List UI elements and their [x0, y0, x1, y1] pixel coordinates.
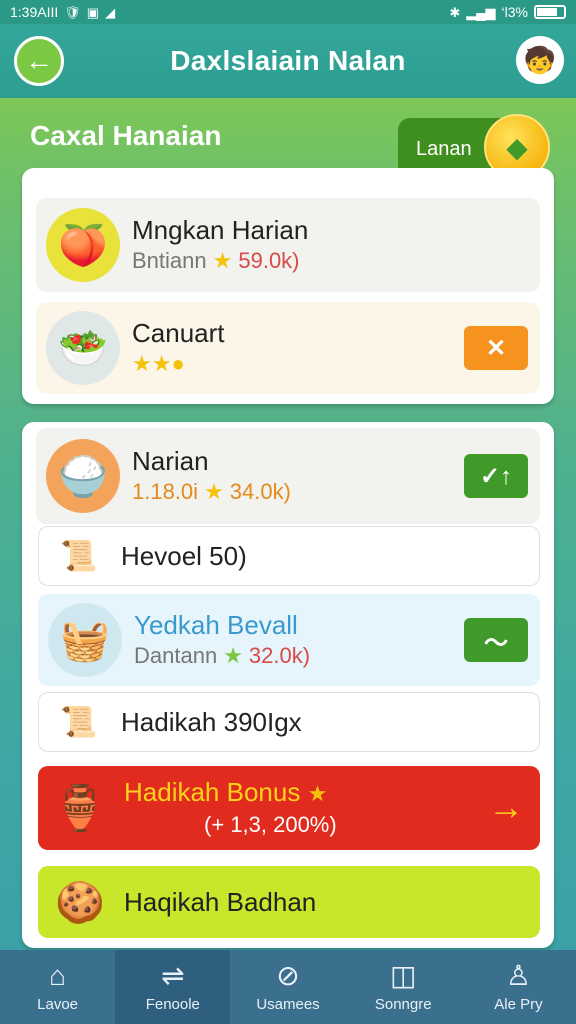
nav-item-profile[interactable]: ♙ Ale Pry — [461, 950, 576, 1024]
item-value: 32.0k) — [248, 643, 311, 668]
bonus-name: Hadikah Bonus — [124, 777, 301, 807]
nav-item-compass[interactable]: ⊘ Usamees — [230, 950, 345, 1024]
item-label: 1.18.0i — [132, 479, 199, 504]
shield-icon: 🛡 — [64, 4, 81, 20]
bonus-row[interactable]: 🏺 Hadikah Bonus ★ (+ 1,3, 200%) → — [38, 766, 540, 850]
action-button[interactable]: 〜 — [464, 618, 528, 662]
scroll-icon: 📜 — [60, 705, 98, 739]
action-button[interactable]: ✕ — [464, 326, 528, 370]
item-value: 34.0k) — [229, 479, 291, 504]
list-item[interactable]: 🍑 Mngkan Harian Bntiann ★ 59.0k) — [36, 198, 540, 292]
shuffle-icon: ✕ — [485, 334, 507, 362]
avatar-icon: 🧒 — [523, 44, 557, 75]
item-name: Canuart — [132, 318, 225, 348]
battery-percent: ‘l3% — [501, 4, 528, 20]
salad-bowl-icon: 🥗 — [46, 311, 120, 385]
list-item[interactable]: 🍚 Narian 1.18.0i ★ 34.0k) ✓↑ — [36, 428, 540, 524]
item-value: 59.0k) — [238, 248, 300, 273]
nav-item-tasks[interactable]: ⇌ Fenoole — [115, 950, 231, 1024]
star-icon: ★ — [204, 479, 224, 504]
item-label: Dantann — [134, 643, 218, 668]
compass-icon: ⊘ — [276, 959, 300, 991]
status-time: 1:39AIII — [10, 4, 59, 20]
vase-icon: 🏺 — [52, 784, 108, 833]
fruit-basket-icon: 🧺 — [48, 603, 122, 677]
nav-label: Usamees — [256, 995, 320, 1013]
tasks-icon: ⇌ — [161, 959, 185, 991]
daily-task-card: 🍑 Mngkan Harian Bntiann ★ 59.0k) 🥗 Canua… — [22, 168, 554, 404]
nav-item-home[interactable]: ⌂ Lavoe — [0, 950, 115, 1024]
page-title: Daxlslaiain Nalan — [170, 45, 406, 76]
action-button[interactable]: ✓↑ — [464, 454, 528, 498]
list-item[interactable]: 📜 Hadikah 390Igx — [38, 692, 540, 752]
star-icon: ★ — [212, 248, 233, 273]
list-item[interactable]: 📜 Hevoel 50) — [38, 526, 540, 586]
item-name: Hadikah Bonus ★ — [124, 776, 504, 810]
item-name: Narian — [132, 446, 209, 476]
nav-label: Ale Pry — [494, 995, 543, 1013]
back-arrow-icon: ← — [25, 45, 53, 76]
status-bar: 1:39AIII 🛡 ▣ ◢ ✱ ▂▄▆ ‘l3% — [0, 0, 576, 24]
bonus-value: (+ 1,3, 200%) — [204, 812, 337, 837]
fruit-character-icon: 🍑 — [46, 208, 120, 282]
back-button[interactable]: ← — [14, 36, 64, 86]
cookie-icon: 🍪 — [55, 880, 105, 925]
arrow-right-icon[interactable]: → — [488, 786, 524, 828]
user-icon: ♙ — [505, 959, 531, 991]
nav-label: Fenoole — [145, 995, 200, 1013]
item-name: Mngkan Harian — [132, 215, 309, 245]
lanan-button-label: Lanan — [416, 137, 472, 160]
item-name: Haqikah Badhan — [124, 887, 317, 917]
star-icon: ★ — [307, 781, 328, 806]
check-up-icon: ✓↑ — [479, 462, 513, 490]
app-header: ← Daxlslaiain Nalan 🧒 — [0, 24, 576, 98]
section-title: Caxal Hanaian — [30, 120, 222, 151]
star-icon: ★ — [223, 643, 243, 668]
message-icon: ▣ — [86, 4, 100, 20]
rice-cooker-icon: 🍚 — [46, 439, 120, 513]
nav-label: Lavoe — [37, 995, 79, 1013]
cell-signal-icon: ▂▄▆ — [466, 4, 496, 20]
bottom-nav: ⌂ Lavoe ⇌ Fenoole ⊘ Usamees ◫ Sonngre ♙ … — [0, 950, 576, 1024]
nav-label: Sonngre — [374, 995, 432, 1013]
home-icon: ⌂ — [49, 959, 67, 991]
list-item[interactable]: 🧺 Yedkah Bevall Dantann ★ 32.0k) 〜 — [38, 594, 540, 686]
signal-icon: ◢ — [105, 4, 116, 20]
item-name: Hadikah 390Igx — [121, 707, 302, 737]
bluetooth-icon: ✱ — [449, 4, 461, 20]
item-label: Bntiann — [132, 248, 207, 273]
list-item[interactable]: 🍪 Haqikah Badhan — [38, 866, 540, 938]
rating-stars: ★★● — [132, 351, 185, 376]
avatar[interactable]: 🧒 — [516, 36, 564, 84]
list-item[interactable]: 🥗 Canuart ★★● ✕ — [36, 302, 540, 394]
scroll-icon: 📜 — [60, 539, 98, 573]
item-name: Yedkah Bevall — [134, 610, 298, 640]
item-name: Hevoel 50) — [121, 541, 247, 571]
nav-item-shop[interactable]: ◫ Sonngre — [346, 950, 461, 1024]
task-list-card: 🍚 Narian 1.18.0i ★ 34.0k) ✓↑ 📜 Hevoel 50… — [22, 422, 554, 948]
trend-icon: 〜 — [484, 629, 508, 657]
bag-icon: ◫ — [389, 959, 417, 991]
battery-icon — [534, 5, 566, 19]
